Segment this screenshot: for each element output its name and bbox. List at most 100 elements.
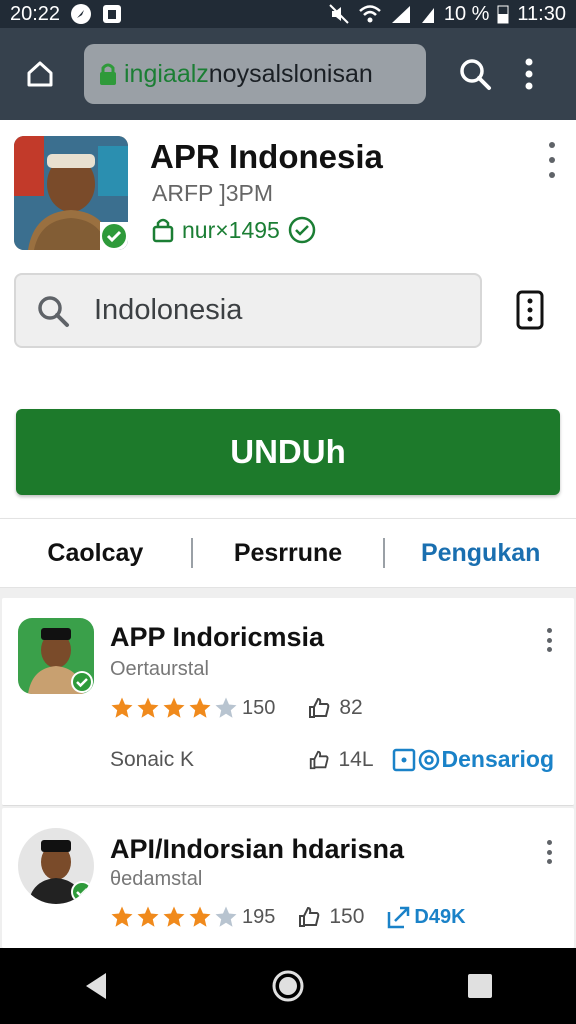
link-label: D49K (414, 905, 466, 928)
more-dot (549, 157, 555, 163)
list-item-title: APP Indoricmsia (110, 622, 325, 652)
more-vert-icon (525, 58, 533, 90)
navigation-icon (70, 3, 92, 25)
notification-icon (102, 4, 122, 24)
rating-row: 195 150 D49K (110, 904, 466, 930)
recents-icon (468, 974, 492, 998)
verified-badge-icon (71, 671, 93, 693)
app-header: APR Indonesia ARFP ]3PM nur×1495 UNDUh (0, 120, 576, 520)
star-icon (215, 697, 237, 718)
list-item-title: API/Indorsian hdarisna (110, 834, 405, 864)
more-vert-icon (546, 628, 552, 633)
at-icon (418, 749, 439, 770)
back-button[interactable] (66, 956, 126, 1016)
url-domain: ingiaalz (124, 59, 209, 88)
tab-pesrrune[interactable]: Pesrrune (193, 519, 384, 587)
verified-badge-icon (100, 222, 128, 250)
app-icon[interactable] (14, 136, 128, 250)
lock-icon (152, 218, 174, 243)
system-nav-bar (0, 948, 576, 1024)
more-dot (546, 647, 552, 652)
list-item-subtitle: Oertaurstal (110, 658, 209, 680)
thumbs-up-icon (299, 906, 320, 927)
link-label: Densariog (441, 746, 554, 772)
options-icon (516, 290, 544, 330)
browser-toolbar: ingiaalz noysalslonisan (0, 28, 576, 120)
list-item-footer: Sonaic K 14L Densariog (110, 746, 554, 773)
browser-search-button[interactable] (452, 51, 498, 97)
app-title: APR Indonesia (150, 138, 383, 175)
star-icon (189, 697, 211, 718)
densariog-link[interactable]: Densariog (392, 746, 554, 773)
rating-count: 150 (242, 696, 276, 719)
star-icon (215, 906, 237, 927)
list-item-more-button[interactable] (544, 628, 554, 652)
list-item[interactable]: API/Indorsian hdarisna θedamstal 195 150… (2, 808, 574, 948)
list-item[interactable]: APP Indoricmsia Oertaurstal 150 82 Sonai… (2, 598, 574, 806)
search-icon (38, 295, 69, 327)
verified-badge-icon (71, 881, 93, 903)
search-field[interactable] (14, 273, 482, 348)
rating-row: 150 82 (110, 696, 363, 720)
thumbs-up-icon (309, 697, 330, 718)
recents-button[interactable] (450, 956, 510, 1016)
home-nav-button[interactable] (258, 956, 318, 1016)
star-icon (111, 906, 133, 927)
more-vert-icon (549, 142, 555, 148)
status-time-left: 20:22 (10, 2, 61, 25)
home-icon (27, 61, 53, 87)
d49k-link[interactable]: D49K (386, 904, 466, 930)
status-bar: 20:22 10 % 11:30 (0, 0, 576, 28)
more-dot (546, 849, 552, 855)
mute-icon (328, 3, 350, 25)
star-icon (163, 906, 185, 927)
app-id: nur×1495 (182, 216, 280, 243)
more-dot (549, 172, 555, 178)
star-icon (137, 906, 159, 927)
app-more-button[interactable] (542, 142, 562, 178)
wifi-icon (358, 4, 382, 24)
more-dot (546, 859, 552, 864)
more-vert-icon (546, 840, 552, 845)
star-icon (137, 697, 159, 718)
lock-icon (98, 62, 118, 86)
battery-icon (497, 4, 509, 24)
likes-count: 82 (339, 696, 363, 719)
app-link-icon (392, 748, 415, 771)
filter-button[interactable] (510, 288, 550, 332)
star-rating (110, 905, 238, 929)
url-bar[interactable]: ingiaalz noysalslonisan (84, 44, 426, 104)
signal-icon (390, 4, 412, 24)
tab-caolcay[interactable]: Caolcay (0, 519, 191, 587)
search-input[interactable] (94, 294, 434, 327)
avatar (18, 618, 94, 694)
star-icon (111, 697, 133, 718)
app-developer: ARFP ]3PM (152, 180, 273, 206)
home-button[interactable] (14, 48, 66, 100)
list-item-more-button[interactable] (544, 840, 554, 864)
share-icon (388, 906, 410, 929)
browser-menu-button[interactable] (514, 51, 544, 97)
status-time-right: 11:30 (517, 2, 566, 25)
footer-likes-stat: 14L (308, 747, 374, 772)
footer-likes-count: 14L (338, 747, 374, 771)
signal-icon-2 (420, 4, 436, 24)
download-button[interactable]: UNDUh (16, 409, 560, 495)
check-circle-icon (288, 216, 316, 244)
search-icon (460, 59, 491, 90)
tab-pengukan[interactable]: Pengukan (385, 519, 576, 587)
likes-count: 150 (329, 905, 365, 928)
tab-bar: Caolcay Pesrrune Pengukan (0, 518, 576, 588)
star-rating (110, 696, 238, 720)
thumbs-up-icon (310, 750, 329, 769)
app-id-row: nur×1495 (152, 216, 316, 244)
star-icon (163, 697, 185, 718)
likes-stat: 150 (297, 905, 364, 929)
more-dot (546, 637, 552, 643)
footer-label: Sonaic K (110, 747, 195, 771)
likes-stat: 82 (307, 696, 363, 720)
avatar (18, 828, 94, 904)
battery-percent: 10 % (443, 2, 490, 25)
list-item-subtitle: θedamstal (110, 868, 203, 890)
home-circle-icon (272, 970, 304, 1002)
